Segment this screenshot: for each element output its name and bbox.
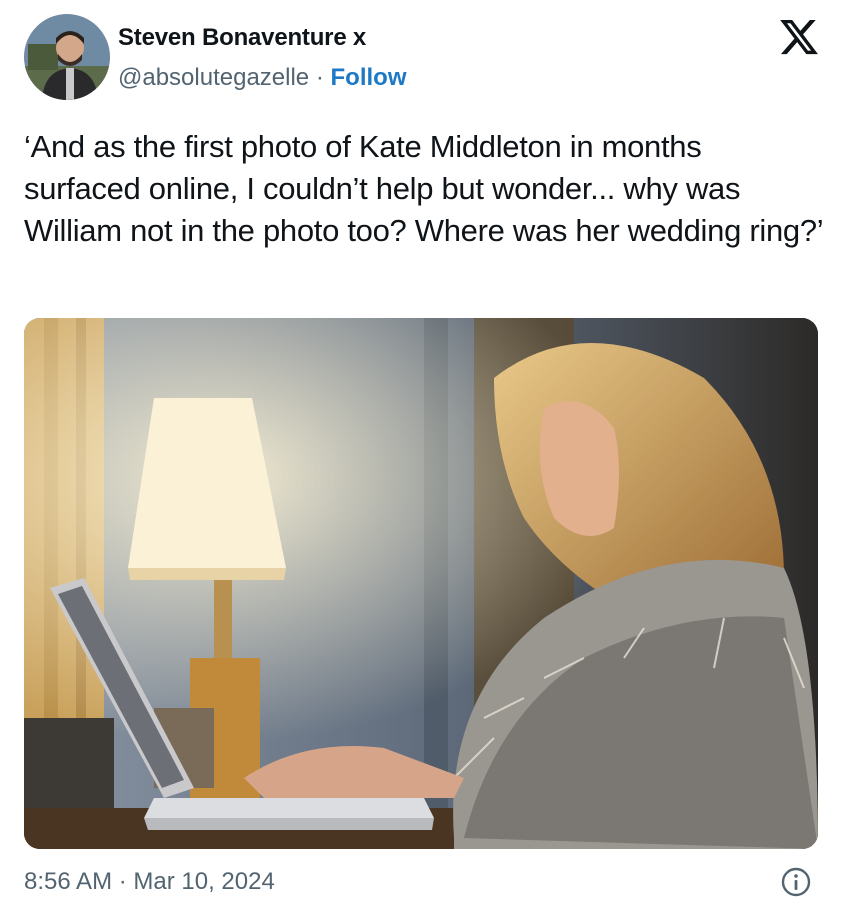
x-logo-icon[interactable] (778, 16, 820, 58)
follow-link[interactable]: Follow (331, 64, 407, 91)
author-handle[interactable]: @absolutegazelle (118, 64, 309, 91)
author-meta-row: @absolutegazelle · Follow (118, 64, 406, 92)
author-avatar[interactable] (24, 14, 110, 100)
tweet-timestamp[interactable]: 8:56 AM · Mar 10, 2024 (24, 868, 275, 896)
tweet-media-photo[interactable] (24, 318, 818, 849)
author-display-name[interactable]: Steven Bonaventure x (118, 24, 366, 52)
tweet-text: ‘And as the first photo of Kate Middleto… (24, 129, 824, 248)
meta-separator: · (315, 64, 324, 91)
info-icon[interactable] (780, 866, 812, 898)
